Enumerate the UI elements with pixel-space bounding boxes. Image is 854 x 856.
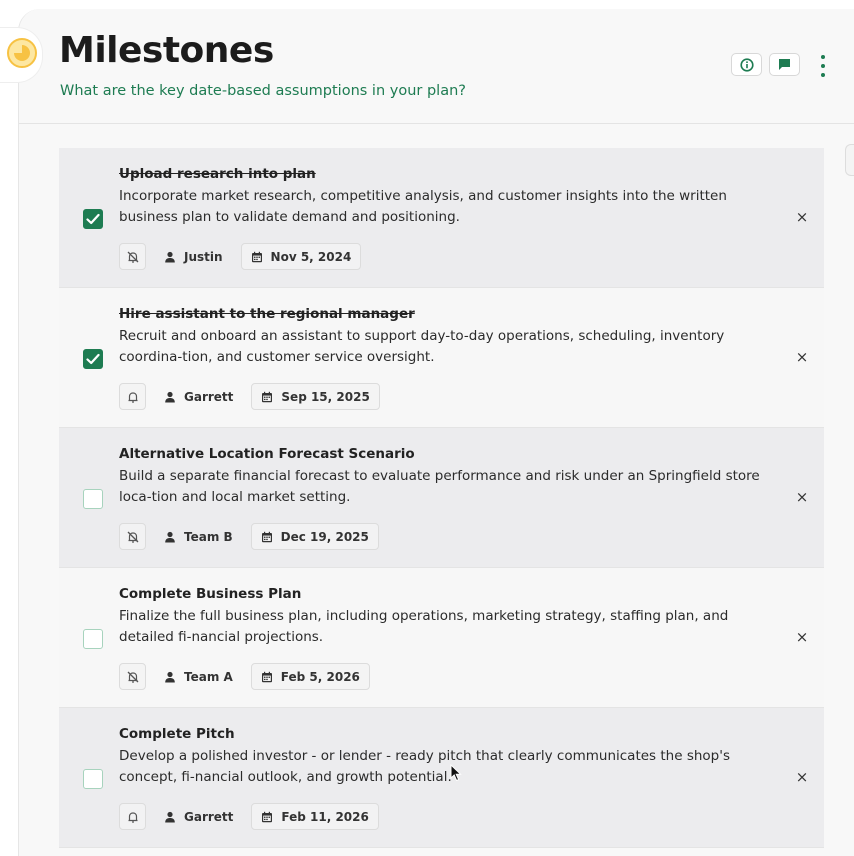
milestone-description: Build a separate financial forecast to e…	[119, 468, 760, 505]
assignee-name: Garrett	[184, 389, 234, 404]
assignee-chip[interactable]: Garrett	[154, 803, 243, 830]
date-chip[interactable]: Dec 19, 2025	[250, 523, 379, 550]
calendar-icon	[262, 391, 273, 402]
info-icon	[739, 57, 754, 72]
comment-icon	[779, 59, 790, 70]
header-divider	[19, 123, 854, 124]
remove-milestone-button[interactable]: ×	[795, 629, 809, 645]
milestone-description: Recruit and onboard an assistant to supp…	[119, 328, 725, 365]
date-chip[interactable]: Sep 15, 2025	[251, 383, 380, 410]
milestone-checkbox[interactable]	[83, 209, 103, 229]
milestone-item[interactable]: Complete Business Plan Finalize the full…	[59, 568, 824, 708]
assignee-chip[interactable]: Justin	[154, 243, 233, 270]
milestone-title: Complete Pitch	[119, 726, 235, 742]
milestone-checkbox[interactable]	[83, 489, 103, 509]
milestone-description: Develop a polished investor - or lender …	[119, 748, 730, 785]
bell-off-icon	[127, 251, 138, 263]
remove-milestone-button[interactable]: ×	[795, 349, 809, 365]
more-vertical-icon	[821, 55, 825, 59]
milestone-checkbox[interactable]	[83, 769, 103, 789]
calendar-icon	[261, 531, 272, 542]
date-chip[interactable]: Nov 5, 2024	[240, 243, 362, 270]
page-subtitle: What are the key date-based assumptions …	[60, 83, 466, 99]
milestone-checkbox[interactable]	[83, 349, 103, 369]
milestone-title: Complete Business Plan	[119, 586, 302, 602]
remove-milestone-button[interactable]: ×	[795, 489, 809, 505]
due-date: Dec 19, 2025	[280, 529, 369, 544]
due-date: Feb 11, 2026	[281, 809, 369, 824]
milestone-clock-icon	[7, 38, 37, 68]
milestone-title: Alternative Location Forecast Scenario	[119, 446, 415, 462]
person-icon	[165, 531, 175, 542]
milestone-checkbox[interactable]	[83, 629, 103, 649]
bell-icon	[128, 811, 137, 823]
due-date: Nov 5, 2024	[270, 249, 352, 264]
milestone-description: Finalize the full business plan, includi…	[119, 608, 729, 645]
reminder-toggle[interactable]	[119, 243, 146, 270]
milestone-item[interactable]: Upload research into plan Incorporate ma…	[59, 148, 824, 288]
assignee-chip[interactable]: Team A	[154, 663, 243, 690]
bell-off-icon	[127, 671, 138, 683]
reminder-toggle[interactable]	[119, 663, 146, 690]
remove-milestone-button[interactable]: ×	[795, 209, 809, 225]
due-date: Feb 5, 2026	[280, 669, 360, 684]
assignee-name: Garrett	[184, 809, 234, 824]
person-icon	[165, 811, 175, 822]
assignee-name: Justin	[184, 249, 223, 264]
calendar-icon	[251, 251, 262, 262]
reminder-toggle[interactable]	[119, 383, 146, 410]
page-title: Milestones	[59, 30, 274, 71]
person-icon	[165, 671, 175, 682]
date-chip[interactable]: Feb 5, 2026	[250, 663, 370, 690]
side-panel-handle[interactable]	[845, 144, 854, 176]
assignee-name: Team B	[184, 529, 233, 544]
mouse-cursor-icon	[450, 764, 462, 782]
milestone-description: Incorporate market research, competitive…	[119, 188, 727, 225]
date-chip[interactable]: Feb 11, 2026	[251, 803, 379, 830]
milestone-title: Hire assistant to the regional manager	[119, 306, 415, 322]
comment-button[interactable]	[769, 53, 800, 76]
milestone-item[interactable]: Complete Pitch Develop a polished invest…	[59, 708, 824, 848]
info-button[interactable]	[731, 53, 762, 76]
check-icon	[86, 213, 100, 225]
bell-off-icon	[127, 531, 138, 543]
check-icon	[86, 353, 100, 365]
person-icon	[165, 251, 175, 262]
due-date: Sep 15, 2025	[281, 389, 370, 404]
reminder-toggle[interactable]	[119, 803, 146, 830]
reminder-toggle[interactable]	[119, 523, 146, 550]
bell-icon	[128, 391, 137, 403]
milestone-list: Upload research into plan Incorporate ma…	[59, 148, 824, 848]
milestone-item[interactable]: Hire assistant to the regional manager R…	[59, 288, 824, 428]
milestone-title: Upload research into plan	[119, 166, 316, 182]
assignee-chip[interactable]: Team B	[154, 523, 243, 550]
calendar-icon	[261, 671, 272, 682]
person-icon	[165, 391, 175, 402]
more-menu-button[interactable]	[814, 55, 832, 77]
assignee-chip[interactable]: Garrett	[154, 383, 243, 410]
milestone-item[interactable]: Alternative Location Forecast Scenario B…	[59, 428, 824, 568]
assignee-name: Team A	[184, 669, 233, 684]
calendar-icon	[262, 811, 273, 822]
remove-milestone-button[interactable]: ×	[795, 769, 809, 785]
